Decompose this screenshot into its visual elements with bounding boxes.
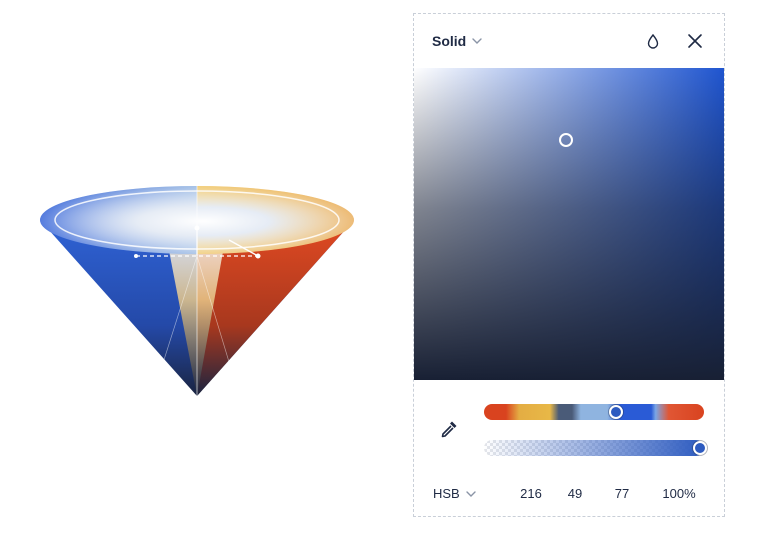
close-icon[interactable] [684, 30, 706, 52]
hue-value-field[interactable]: 216 [517, 486, 545, 501]
chevron-down-icon [466, 490, 476, 497]
color-controls: HSB 216 49 77 100% [414, 380, 724, 516]
fill-type-label: Solid [432, 33, 467, 49]
opacity-gradient [484, 440, 704, 456]
opacity-slider-thumb[interactable] [693, 441, 707, 455]
saturation-brightness-handle[interactable] [558, 132, 573, 147]
chevron-down-icon [472, 38, 482, 44]
opacity-value-field[interactable]: 100% [657, 486, 701, 501]
color-mode-label: HSB [433, 486, 460, 501]
color-values-row: HSB 216 49 77 100% [414, 484, 724, 504]
opacity-slider[interactable] [484, 440, 704, 456]
panel-header: Solid [414, 14, 724, 68]
color-mode-dropdown[interactable]: HSB [433, 486, 476, 501]
saturation-brightness-field[interactable] [414, 68, 724, 380]
hue-slider-thumb[interactable] [609, 405, 623, 419]
saturation-value-field[interactable]: 49 [561, 486, 589, 501]
eyedropper-icon[interactable] [438, 418, 460, 440]
hue-slider[interactable] [484, 404, 704, 420]
hsb-cone-illustration [36, 180, 358, 400]
fill-type-dropdown[interactable]: Solid [432, 33, 482, 49]
drop-icon[interactable] [642, 30, 664, 52]
color-picker-panel: Solid HSB 216 49 77 100% [413, 13, 725, 517]
brightness-value-field[interactable]: 77 [608, 486, 636, 501]
